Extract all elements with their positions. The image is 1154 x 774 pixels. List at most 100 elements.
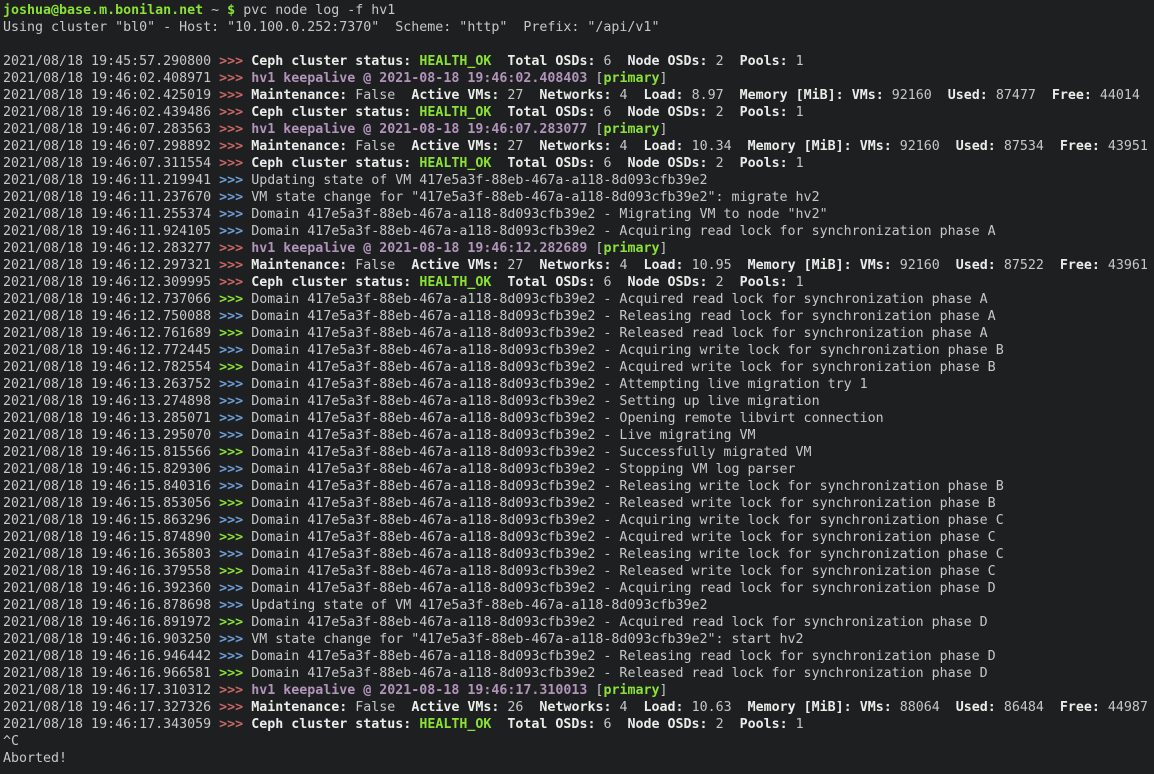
log-segment: 43951 xyxy=(1108,139,1148,154)
log-arrow-icon: >>> xyxy=(219,479,251,494)
log-arrow-icon: >>> xyxy=(219,411,251,426)
log-segment: 6 xyxy=(603,156,627,171)
log-timestamp: 2021/08/18 19:46:17.343059 xyxy=(3,717,219,732)
log-line: 2021/08/18 19:46:15.829306 >>> Domain 41… xyxy=(3,461,1154,478)
log-segment: hv1 keepalive @ 2021-08-18 19:46:17.3100… xyxy=(251,683,587,698)
log-segment: False xyxy=(355,700,411,715)
log-timestamp: 2021/08/18 19:46:07.311554 xyxy=(3,156,219,171)
log-line: 2021/08/18 19:46:16.946442 >>> Domain 41… xyxy=(3,648,1154,665)
log-timestamp: 2021/08/18 19:46:07.298892 xyxy=(3,139,219,154)
log-arrow-icon: >>> xyxy=(219,649,251,664)
log-timestamp: 2021/08/18 19:46:16.392360 xyxy=(3,581,219,596)
log-timestamp: 2021/08/18 19:46:12.737066 xyxy=(3,292,219,307)
log-segment: Domain 417e5a3f-88eb-467a-a118-8d093cfb3… xyxy=(251,462,795,477)
log-segment: ] xyxy=(659,71,667,86)
log-segment: Pools: xyxy=(740,275,796,290)
log-arrow-icon: >>> xyxy=(219,71,251,86)
log-segment: Domain 417e5a3f-88eb-467a-a118-8d093cfb3… xyxy=(251,530,996,545)
log-timestamp: 2021/08/18 19:46:12.283277 xyxy=(3,241,219,256)
log-line: 2021/08/18 19:46:16.878698 >>> Updating … xyxy=(3,597,1154,614)
log-arrow-icon: >>> xyxy=(219,241,251,256)
log-timestamp: 2021/08/18 19:46:11.219941 xyxy=(3,173,219,188)
log-arrow-icon: >>> xyxy=(219,700,251,715)
log-arrow-icon: >>> xyxy=(219,360,251,375)
log-line: 2021/08/18 19:46:11.237670 >>> VM state … xyxy=(3,189,1154,206)
log-segment: 44014 xyxy=(1100,88,1140,103)
log-segment: Free: xyxy=(1060,139,1108,154)
log-segment: Total OSDs: xyxy=(507,105,603,120)
log-segment: Total OSDs: xyxy=(507,275,603,290)
log-segment: Load: xyxy=(644,88,692,103)
log-segment: Load: xyxy=(644,700,692,715)
log-segment: 2 xyxy=(716,275,740,290)
log-segment: Domain 417e5a3f-88eb-467a-a118-8d093cfb3… xyxy=(251,649,996,664)
terminal: { "terminal": { "colors": { "background"… xyxy=(0,0,1154,774)
log-line: 2021/08/18 19:46:15.863296 >>> Domain 41… xyxy=(3,512,1154,529)
log-segment: hv1 keepalive @ 2021-08-18 19:46:02.4084… xyxy=(251,71,587,86)
log-segment: Free: xyxy=(1052,88,1100,103)
log-arrow-icon: >>> xyxy=(219,224,251,239)
log-segment: Node OSDs: xyxy=(628,54,716,69)
log-segment: Ceph cluster status: xyxy=(251,54,419,69)
log-segment: ] xyxy=(659,683,667,698)
log-segment: Updating state of VM 417e5a3f-88eb-467a-… xyxy=(251,173,707,188)
aborted-line: Aborted! xyxy=(3,750,1154,767)
log-line: 2021/08/18 19:46:13.285071 >>> Domain 41… xyxy=(3,410,1154,427)
log-segment: 2 xyxy=(716,717,740,732)
log-timestamp: 2021/08/18 19:46:13.274898 xyxy=(3,394,219,409)
log-segment: Pools: xyxy=(740,717,796,732)
log-line: 2021/08/18 19:46:13.274898 >>> Domain 41… xyxy=(3,393,1154,410)
log-segment: 4 xyxy=(619,88,643,103)
log-segment: Maintenance: xyxy=(251,700,355,715)
log-segment: 87534 xyxy=(1004,139,1060,154)
log-arrow-icon: >>> xyxy=(219,445,251,460)
log-segment: Maintenance: xyxy=(251,139,355,154)
log-segment: Networks: xyxy=(539,88,619,103)
blank-line xyxy=(3,36,1154,53)
log-line: 2021/08/18 19:46:07.283563 >>> hv1 keepa… xyxy=(3,121,1154,138)
log-segment: Memory [MiB]: xyxy=(748,700,860,715)
log-segment: Active VMs: xyxy=(411,258,507,273)
log-segment xyxy=(491,105,507,120)
log-line: 2021/08/18 19:46:13.295070 >>> Domain 41… xyxy=(3,427,1154,444)
log-segment: Domain 417e5a3f-88eb-467a-a118-8d093cfb3… xyxy=(251,496,996,511)
log-arrow-icon: >>> xyxy=(219,598,251,613)
log-segment: 2 xyxy=(716,105,740,120)
log-arrow-icon: >>> xyxy=(219,377,251,392)
log-segment: 10.95 xyxy=(692,258,748,273)
log-timestamp: 2021/08/18 19:46:16.891972 xyxy=(3,615,219,630)
log-segment: 87522 xyxy=(1004,258,1060,273)
log-arrow-icon: >>> xyxy=(219,207,251,222)
log-timestamp: 2021/08/18 19:46:16.903250 xyxy=(3,632,219,647)
log-arrow-icon: >>> xyxy=(219,88,251,103)
log-line: 2021/08/18 19:46:16.903250 >>> VM state … xyxy=(3,631,1154,648)
log-segment: Domain 417e5a3f-88eb-467a-a118-8d093cfb3… xyxy=(251,292,988,307)
log-timestamp: 2021/08/18 19:46:11.237670 xyxy=(3,190,219,205)
log-segment: primary xyxy=(603,683,659,698)
log-line: 2021/08/18 19:46:12.750088 >>> Domain 41… xyxy=(3,308,1154,325)
log-segment: 92160 xyxy=(900,139,956,154)
log-line: 2021/08/18 19:46:07.311554 >>> Ceph clus… xyxy=(3,155,1154,172)
log-segment: 87477 xyxy=(996,88,1052,103)
log-segment: 1 xyxy=(796,275,804,290)
log-segment: 27 xyxy=(507,258,539,273)
log-segment xyxy=(491,156,507,171)
log-timestamp: 2021/08/18 19:46:17.310312 xyxy=(3,683,219,698)
log-segment: False xyxy=(355,139,411,154)
log-arrow-icon: >>> xyxy=(219,105,251,120)
log-segment: 26 xyxy=(507,700,539,715)
log-arrow-icon: >>> xyxy=(219,564,251,579)
log-line: 2021/08/18 19:46:07.298892 >>> Maintenan… xyxy=(3,138,1154,155)
log-segment: ] xyxy=(659,122,667,137)
prompt-cwd: ~ xyxy=(203,3,227,18)
log-segment: Networks: xyxy=(539,258,619,273)
log-segment: Total OSDs: xyxy=(507,54,603,69)
log-arrow-icon: >>> xyxy=(219,190,251,205)
log-timestamp: 2021/08/18 19:45:57.290800 xyxy=(3,54,219,69)
log-segment: Maintenance: xyxy=(251,88,355,103)
log-segment: Domain 417e5a3f-88eb-467a-a118-8d093cfb3… xyxy=(251,479,1004,494)
log-arrow-icon: >>> xyxy=(219,717,251,732)
prompt-user-host: joshua@base.m.bonilan.net xyxy=(3,3,203,18)
log-arrow-icon: >>> xyxy=(219,462,251,477)
log-segment: 27 xyxy=(507,139,539,154)
